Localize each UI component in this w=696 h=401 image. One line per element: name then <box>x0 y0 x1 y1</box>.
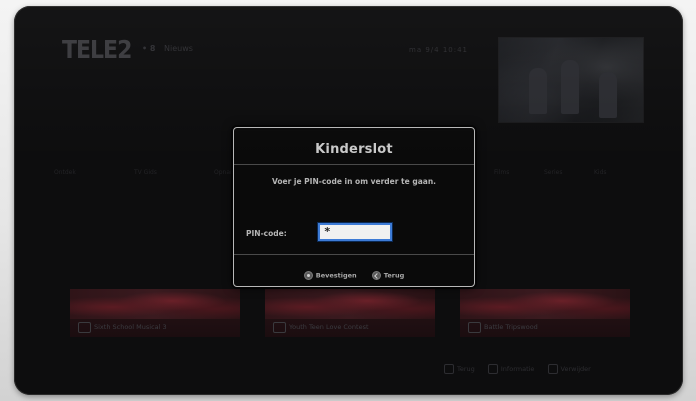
thumbnail-card[interactable]: Youth Teen Love Contest <box>265 289 435 337</box>
thumbnail-title: Battle Tripswood <box>484 323 538 331</box>
tv-header: TELE2 • 8 Nieuws ma 9/4 10:41 <box>14 6 683 123</box>
thumbnail-row: Sixth School Musical 3 Youth Teen Love C… <box>70 289 644 337</box>
channel-info: • 8 Nieuws <box>142 44 193 53</box>
pin-label: PIN-code: <box>246 229 287 238</box>
thumbnail-image <box>265 289 435 319</box>
thumbnail-title: Sixth School Musical 3 <box>94 323 167 331</box>
back-label: Terug <box>383 271 405 280</box>
preview-figure <box>561 60 579 114</box>
thumbnail-image <box>460 289 630 319</box>
live-tv-preview[interactable] <box>498 37 644 123</box>
thumbnail-badge-icon <box>273 322 286 333</box>
thumbnail-title: Youth Teen Love Contest <box>289 323 369 331</box>
thumbnail-image <box>70 289 240 319</box>
clock: ma 9/4 10:41 <box>409 46 468 54</box>
menu-item[interactable]: Kids <box>594 169 607 176</box>
menu-item[interactable]: Ontdek <box>54 169 76 176</box>
hint-key-icon <box>444 364 454 374</box>
parental-lock-dialog: Kinderslot Voer je PIN-code in om verder… <box>233 127 475 287</box>
tv-screen: TELE2 • 8 Nieuws ma 9/4 10:41 Ontdek TV … <box>14 6 683 395</box>
footer-hint: Informatie <box>487 364 535 374</box>
hint-key-icon <box>487 364 498 374</box>
hint-label: Terug <box>457 365 475 373</box>
footer-hint: Terug <box>444 364 475 374</box>
pin-input[interactable]: * <box>318 223 392 241</box>
menu-item[interactable]: Series <box>544 169 562 176</box>
footer-hint: Verwijder <box>547 364 591 374</box>
hint-label: Informatie <box>500 365 535 373</box>
dialog-message: Voer je PIN-code in om verder te gaan. <box>271 177 437 186</box>
preview-figure <box>599 72 617 118</box>
dialog-actions: Bevestigen Terug <box>234 265 474 284</box>
preview-figure <box>529 68 547 114</box>
back-button[interactable]: Terug <box>371 271 405 280</box>
thumbnail-card[interactable]: Sixth School Musical 3 <box>70 289 240 337</box>
menu-item[interactable]: TV Gids <box>134 169 157 176</box>
confirm-label: Bevestigen <box>315 271 357 280</box>
dialog-divider <box>234 254 474 255</box>
confirm-button[interactable]: Bevestigen <box>303 271 357 280</box>
ok-button-icon <box>303 271 313 280</box>
channel-number: • 8 <box>142 44 156 53</box>
channel-name: Nieuws <box>164 44 193 53</box>
hint-key-icon <box>547 364 558 374</box>
dialog-divider <box>234 164 474 165</box>
back-button-icon <box>371 271 381 280</box>
footer-hints: Terug Informatie Verwijder <box>444 356 599 374</box>
thumbnail-card[interactable]: Battle Tripswood <box>460 289 630 337</box>
menu-item[interactable]: Films <box>494 169 509 176</box>
thumbnail-badge-icon <box>78 322 91 333</box>
thumbnail-badge-icon <box>468 322 481 333</box>
hint-label: Verwijder <box>560 365 591 373</box>
dialog-title: Kinderslot <box>315 142 393 157</box>
tele2-logo: TELE2 <box>62 36 132 65</box>
